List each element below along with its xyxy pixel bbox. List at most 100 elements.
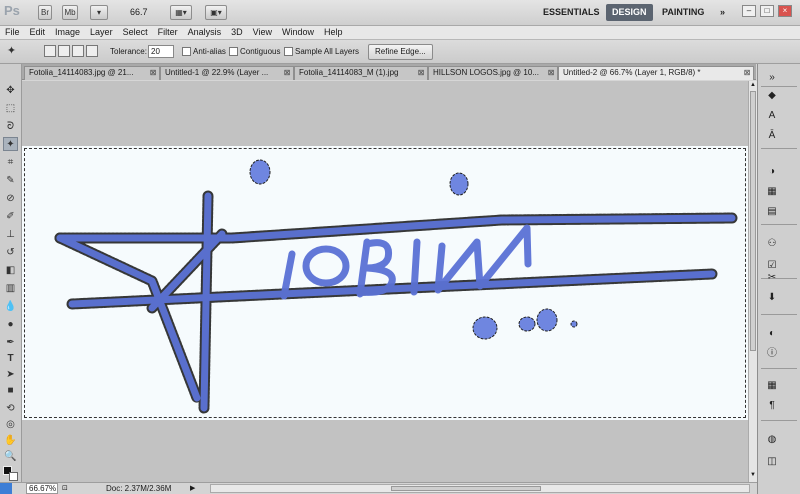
swatches-panel-icon[interactable]: ▤	[764, 204, 780, 219]
status-bar: 66.67% ⊡ Doc: 2.37M/2.36M ▶	[0, 482, 757, 494]
eyedropper-tool-icon[interactable]: ✎	[3, 174, 18, 188]
menu-image[interactable]: Image	[50, 26, 85, 39]
application-bar: Ps Br Mb ▾ 66.7 ▦▾ ▣▾ ESSENTIALS DESIGN …	[0, 0, 800, 26]
anti-alias-checkbox[interactable]	[182, 47, 191, 56]
eraser-tool-icon[interactable]: ◧	[3, 264, 18, 278]
tab-label: Fotolia_14114083.jpg @ 21...	[29, 68, 134, 77]
menu-analysis[interactable]: Analysis	[183, 26, 227, 39]
status-zoom-icon[interactable]: ⊡	[62, 483, 68, 494]
canvas[interactable]	[22, 146, 748, 420]
add-selection-icon[interactable]	[58, 45, 70, 57]
pen-tool-icon[interactable]: ✒	[3, 336, 18, 350]
paragraph-styles-icon[interactable]: ¶	[764, 398, 780, 413]
maximize-icon[interactable]: □	[760, 5, 774, 17]
sample-all-layers-checkbox[interactable]	[284, 47, 293, 56]
menu-select[interactable]: Select	[118, 26, 153, 39]
tool-presets-panel-icon[interactable]: ✂	[764, 270, 780, 285]
workspace-more-icon[interactable]: »	[714, 4, 731, 21]
lasso-tool-icon[interactable]: ᘐ	[3, 120, 18, 134]
clone-source-panel-icon[interactable]: ⚇	[764, 236, 780, 251]
workspace-design[interactable]: DESIGN	[606, 4, 653, 21]
arrange-documents-button[interactable]: ▦▾	[170, 5, 192, 20]
vertical-scroll-thumb[interactable]	[750, 91, 756, 351]
tab-document[interactable]: Fotolia_14114083.jpg @ 21... ⊠	[24, 66, 160, 80]
tab-document[interactable]: Fotolia_14114083_M (1).jpg ⊠	[294, 66, 428, 80]
magic-wand-tool-icon[interactable]: ✦	[3, 137, 18, 151]
adjustments-panel-icon[interactable]: ◐	[764, 326, 780, 341]
tab-close-icon[interactable]: ⊠	[283, 69, 291, 77]
tab-close-icon[interactable]: ⊠	[417, 69, 425, 77]
history-brush-tool-icon[interactable]: ↺	[3, 246, 18, 260]
scroll-down-icon[interactable]: ▼	[749, 471, 757, 480]
3d-panel-icon[interactable]: ◆	[764, 88, 780, 103]
scroll-up-icon[interactable]: ▲	[749, 81, 757, 90]
gradient-tool-icon[interactable]: ▥	[3, 282, 18, 296]
minimize-icon[interactable]: –	[742, 5, 756, 17]
menu-edit[interactable]: Edit	[25, 26, 51, 39]
vertical-scrollbar[interactable]: ▲ ▼	[748, 81, 757, 482]
3d-orbit-tool-icon[interactable]: ◎	[3, 418, 18, 432]
horizontal-scrollbar[interactable]	[210, 484, 750, 493]
tab-close-icon[interactable]: ⊠	[743, 69, 751, 77]
screen-mode-button[interactable]: ▣▾	[205, 5, 227, 20]
menu-view[interactable]: View	[248, 26, 277, 39]
options-bar: ✦ Tolerance: 20 Anti-alias Contiguous Sa…	[0, 40, 800, 64]
hand-tool-icon[interactable]: ✋	[3, 434, 18, 448]
brush-panel-icon[interactable]: ⬇	[764, 290, 780, 305]
view-extras-button[interactable]: ▾	[90, 5, 108, 20]
navigator-panel-icon[interactable]: ◍	[764, 432, 780, 447]
workspace-essentials[interactable]: ESSENTIALS	[537, 4, 606, 21]
menu-help[interactable]: Help	[319, 26, 348, 39]
magic-wand-preset-icon[interactable]: ✦	[4, 44, 19, 58]
layers-panel-icon[interactable]: ▦	[764, 378, 780, 393]
3d-rotate-tool-icon[interactable]: ⟲	[3, 402, 18, 416]
collapse-panels-icon[interactable]: »	[764, 70, 780, 85]
dodge-tool-icon[interactable]: ●	[3, 318, 18, 332]
color-panel-icon[interactable]: ◑	[764, 164, 780, 179]
status-zoom-field[interactable]: 66.67%	[26, 483, 58, 494]
subtract-selection-icon[interactable]	[72, 45, 84, 57]
menu-file[interactable]: File	[0, 26, 25, 39]
crop-tool-icon[interactable]: ⌗	[3, 156, 18, 170]
menu-3d[interactable]: 3D	[226, 26, 248, 39]
path-selection-tool-icon[interactable]: ➤	[3, 368, 18, 382]
type-tool-icon[interactable]: T	[3, 352, 18, 366]
intersect-selection-icon[interactable]	[86, 45, 98, 57]
new-selection-icon[interactable]	[44, 45, 56, 57]
tolerance-input[interactable]: 20	[148, 45, 174, 58]
horizontal-scroll-thumb[interactable]	[391, 486, 541, 491]
marquee-tool-icon[interactable]: ⬚	[3, 102, 18, 116]
brush-tool-icon[interactable]: ✐	[3, 210, 18, 224]
move-tool-icon[interactable]: ✥	[3, 84, 18, 98]
zoom-tool-icon[interactable]: 🔍	[3, 450, 18, 464]
tab-close-icon[interactable]: ⊠	[547, 69, 555, 77]
background-color-swatch[interactable]	[9, 472, 18, 481]
character-panel-icon[interactable]: A	[764, 108, 780, 123]
info-panel-icon[interactable]: ⓘ	[764, 346, 780, 361]
contiguous-checkbox[interactable]	[229, 47, 238, 56]
shape-tool-icon[interactable]: ■	[3, 384, 18, 398]
mini-bridge-panel-icon[interactable]: ▦	[764, 184, 780, 199]
tab-close-icon[interactable]: ⊠	[149, 69, 157, 77]
refine-edge-button[interactable]: Refine Edge...	[368, 44, 433, 60]
status-menu-arrow-icon[interactable]: ▶	[190, 483, 195, 494]
blur-tool-icon[interactable]: 💧	[3, 300, 18, 314]
tab-label: HILLSON LOGOS.jpg @ 10...	[433, 68, 539, 77]
healing-brush-tool-icon[interactable]: ⊘	[3, 192, 18, 206]
workspace-painting[interactable]: PAINTING	[656, 4, 710, 21]
zoom-level[interactable]: 66.7	[130, 7, 148, 17]
status-indicator	[0, 483, 12, 494]
document-window[interactable]	[22, 81, 748, 482]
histogram-panel-icon[interactable]: ◫	[764, 454, 780, 469]
tab-document[interactable]: Untitled-1 @ 22.9% (Layer ... ⊠	[160, 66, 294, 80]
close-icon[interactable]: ×	[778, 5, 792, 17]
menu-layer[interactable]: Layer	[85, 26, 118, 39]
bridge-button[interactable]: Br	[38, 5, 52, 20]
tab-active-document[interactable]: Untitled-2 @ 66.7% (Layer 1, RGB/8) * ⊠	[558, 66, 754, 80]
tab-document[interactable]: HILLSON LOGOS.jpg @ 10... ⊠	[428, 66, 558, 80]
mini-bridge-button[interactable]: Mb	[62, 5, 78, 20]
menu-window[interactable]: Window	[277, 26, 319, 39]
menu-filter[interactable]: Filter	[153, 26, 183, 39]
clone-stamp-tool-icon[interactable]: ⊥	[3, 228, 18, 242]
paragraph-panel-icon[interactable]: Ā	[764, 128, 780, 143]
